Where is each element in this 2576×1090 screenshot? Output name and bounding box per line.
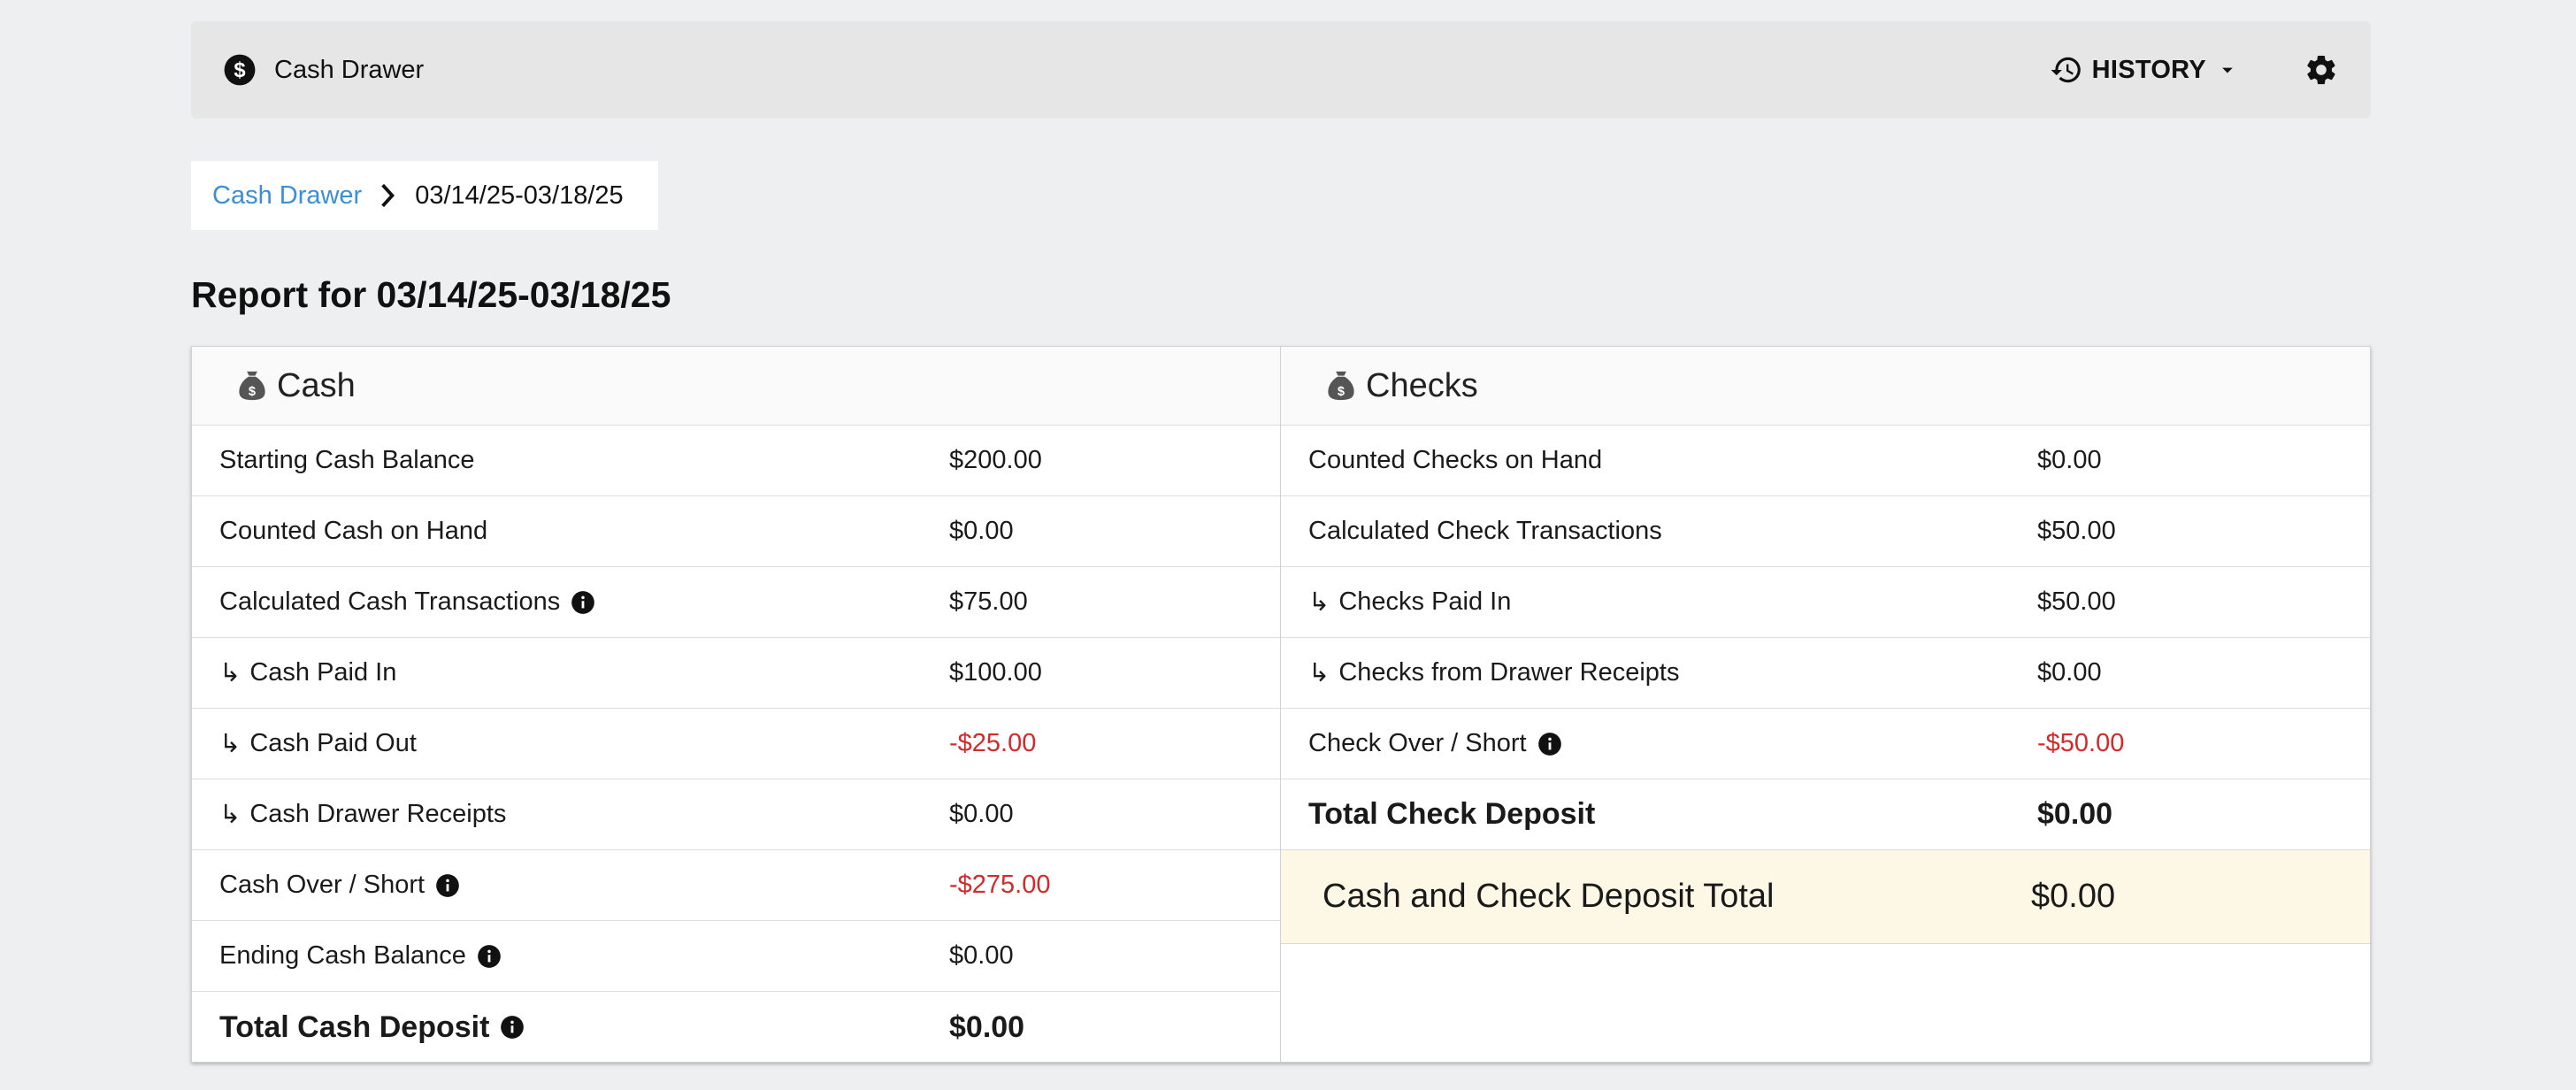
gear-icon[interactable] bbox=[2304, 52, 2339, 88]
grand-total-row: Cash and Check Deposit Total $0.00 bbox=[1281, 850, 2370, 944]
row-value: $0.00 bbox=[2037, 446, 2102, 474]
row-label: Counted Cash on Hand bbox=[219, 517, 488, 545]
sub-arrow-icon: ↳ bbox=[1308, 659, 1330, 687]
table-row: Starting Cash Balance $200.00 bbox=[192, 426, 1280, 496]
row-label: Cash Drawer Receipts bbox=[249, 800, 507, 828]
row-value: $0.00 bbox=[949, 517, 1014, 545]
info-icon[interactable] bbox=[571, 590, 595, 615]
breadcrumb-link-cash-drawer[interactable]: Cash Drawer bbox=[212, 181, 362, 211]
info-icon[interactable] bbox=[477, 944, 502, 969]
grand-total-label: Cash and Check Deposit Total bbox=[1322, 878, 1775, 915]
table-row: Calculated Check Transactions $50.00 bbox=[1281, 496, 2370, 567]
row-label: Check Over / Short bbox=[1308, 729, 1527, 757]
sub-arrow-icon: ↳ bbox=[219, 659, 242, 687]
sub-arrow-icon: ↳ bbox=[219, 730, 242, 758]
history-label: HISTORY bbox=[2091, 55, 2206, 84]
checks-section: $ Checks Counted Checks on Hand $0.00 Ca… bbox=[1281, 347, 2370, 1062]
row-label: Checks from Drawer Receipts bbox=[1338, 658, 1680, 687]
row-label: Checks Paid In bbox=[1338, 587, 1512, 616]
row-label: Calculated Cash Transactions bbox=[219, 587, 561, 616]
row-value: $50.00 bbox=[2037, 517, 2116, 545]
checks-header: $ Checks bbox=[1281, 347, 2370, 426]
cash-header: $ Cash bbox=[192, 347, 1280, 426]
row-value: -$50.00 bbox=[2037, 729, 2125, 757]
row-label: Counted Checks on Hand bbox=[1308, 446, 1603, 474]
row-label: Starting Cash Balance bbox=[219, 446, 475, 474]
row-label: Cash Over / Short bbox=[219, 871, 426, 899]
row-value: -$25.00 bbox=[949, 729, 1037, 757]
sub-arrow-icon: ↳ bbox=[1308, 588, 1330, 617]
history-icon bbox=[2050, 53, 2083, 87]
svg-text:$: $ bbox=[1338, 385, 1345, 399]
total-cash-deposit-row: Total Cash Deposit $0.00 bbox=[192, 992, 1280, 1063]
dollar-circle-icon: $ bbox=[223, 53, 257, 87]
row-value: $100.00 bbox=[949, 658, 1042, 687]
row-label: Cash Paid In bbox=[249, 658, 397, 687]
caret-down-icon bbox=[2215, 58, 2240, 82]
svg-text:$: $ bbox=[234, 58, 245, 82]
table-row: ↳ Cash Drawer Receipts $0.00 bbox=[192, 779, 1280, 850]
history-dropdown-button[interactable]: HISTORY bbox=[2050, 53, 2240, 87]
sub-arrow-icon: ↳ bbox=[219, 801, 242, 829]
app-title: Cash Drawer bbox=[274, 55, 425, 84]
table-row: Calculated Cash Transactions $75.00 bbox=[192, 567, 1280, 638]
money-bag-icon: $ bbox=[236, 369, 268, 403]
row-value: $200.00 bbox=[949, 446, 1042, 474]
row-value: $50.00 bbox=[2037, 587, 2116, 616]
top-bar: $ Cash Drawer HISTORY bbox=[191, 21, 2371, 119]
row-value: $0.00 bbox=[949, 800, 1014, 828]
row-label: Total Check Deposit bbox=[1308, 797, 1596, 831]
table-row: Cash Over / Short -$275.00 bbox=[192, 850, 1280, 921]
row-value: $0.00 bbox=[2037, 797, 2113, 831]
table-row: Check Over / Short -$50.00 bbox=[1281, 709, 2370, 779]
table-row: Ending Cash Balance $0.00 bbox=[192, 921, 1280, 992]
grand-total-value: $0.00 bbox=[2031, 878, 2116, 915]
row-value: $0.00 bbox=[949, 1009, 1025, 1044]
row-label: Cash Paid Out bbox=[249, 729, 417, 757]
svg-text:$: $ bbox=[249, 385, 256, 399]
report-panel: $ Cash Starting Cash Balance $200.00 Cou… bbox=[191, 346, 2371, 1063]
table-row: Counted Checks on Hand $0.00 bbox=[1281, 426, 2370, 496]
row-value: $0.00 bbox=[949, 941, 1014, 970]
table-row: Counted Cash on Hand $0.00 bbox=[192, 496, 1280, 567]
row-value: $0.00 bbox=[2037, 658, 2102, 687]
row-label: Total Cash Deposit bbox=[219, 1009, 490, 1044]
breadcrumb: Cash Drawer 03/14/25-03/18/25 bbox=[191, 161, 658, 230]
table-row: ↳ Checks Paid In $50.00 bbox=[1281, 567, 2370, 638]
cash-section: $ Cash Starting Cash Balance $200.00 Cou… bbox=[192, 347, 1281, 1062]
row-value: $75.00 bbox=[949, 587, 1028, 616]
breadcrumb-current: 03/14/25-03/18/25 bbox=[415, 180, 624, 210]
checks-heading: Checks bbox=[1366, 366, 1478, 404]
page-title: Report for 03/14/25-03/18/25 bbox=[191, 274, 671, 315]
info-icon[interactable] bbox=[435, 873, 460, 898]
chevron-right-icon bbox=[376, 182, 399, 209]
row-label: Calculated Check Transactions bbox=[1308, 517, 1662, 545]
info-icon[interactable] bbox=[1537, 732, 1562, 756]
table-row: ↳ Cash Paid Out -$25.00 bbox=[192, 709, 1280, 779]
total-check-deposit-row: Total Check Deposit $0.00 bbox=[1281, 779, 2370, 850]
row-label: Ending Cash Balance bbox=[219, 941, 466, 970]
table-row: ↳ Checks from Drawer Receipts $0.00 bbox=[1281, 638, 2370, 709]
row-value: -$275.00 bbox=[949, 871, 1051, 899]
cash-heading: Cash bbox=[277, 366, 356, 404]
table-row: ↳ Cash Paid In $100.00 bbox=[192, 638, 1280, 709]
info-icon[interactable] bbox=[500, 1015, 525, 1040]
money-bag-icon: $ bbox=[1325, 369, 1357, 403]
